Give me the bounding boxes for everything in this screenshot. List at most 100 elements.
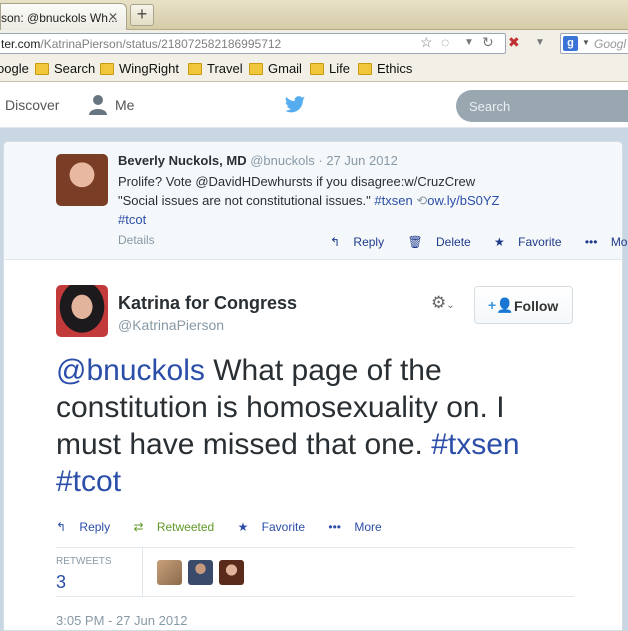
star-icon: ★ (237, 520, 249, 534)
favorite-button[interactable]: ★ Favorite (494, 235, 571, 249)
author-name[interactable]: Katrina for Congress (118, 293, 297, 314)
reply-icon: ↰ (330, 235, 341, 249)
new-tab-button[interactable]: + (130, 4, 154, 26)
retweeted-button[interactable]: ⇄ Retweeted (133, 520, 224, 534)
hashtag-link[interactable]: #txsen (374, 193, 412, 208)
browser-search-box[interactable]: g ▼ Googl (560, 33, 628, 54)
avatar[interactable] (56, 154, 108, 206)
avatar[interactable] (188, 560, 213, 585)
trash-icon: 🗑 (407, 235, 423, 249)
reply-button[interactable]: ↰ Reply (330, 235, 394, 249)
url-path: /KatrinaPierson/status/21807258218699571… (40, 37, 282, 51)
favorite-label: Favorite (518, 235, 562, 249)
chevron-down-icon: ⌄ (446, 300, 455, 311)
mention-link[interactable]: @bnuckols (56, 354, 205, 387)
tweet-permalink-card: Beverly Nuckols, MD @bnuckols · 27 Jun 2… (3, 141, 628, 631)
folder-icon (188, 63, 202, 75)
parent-author[interactable]: Beverly Nuckols, MD @bnuckols · 27 Jun 2… (118, 153, 398, 168)
search-engine-dropdown-icon[interactable]: ▼ (582, 38, 590, 47)
tweet-actions: ↰ Reply ⇄ Retweeted ★ Favorite ••• More (56, 520, 402, 534)
reply-button[interactable]: ↰ Reply (56, 520, 120, 534)
star-icon: ★ (494, 235, 505, 249)
bookmark-label: Search (54, 61, 96, 76)
folder-icon (100, 63, 114, 75)
ellipsis-icon: ••• (584, 235, 598, 249)
more-button[interactable]: ••• More (585, 235, 628, 249)
google-icon: g (563, 36, 578, 51)
folder-icon (249, 63, 263, 75)
folder-icon (358, 63, 372, 75)
reply-label: Reply (353, 235, 385, 249)
gear-icon[interactable]: ⚙⌄ (431, 293, 455, 313)
tab-title: son: @bnuckols Wh... (1, 11, 118, 25)
follow-button[interactable]: +👤 Follow (474, 286, 573, 324)
folder-icon (310, 63, 324, 75)
hashtag-link[interactable]: #tcot (118, 212, 146, 227)
bookmark-star-icon[interactable]: ☆ (420, 34, 433, 51)
bookmark-label: Life (329, 61, 350, 76)
short-link[interactable]: ow.ly/bS0YZ (427, 193, 499, 208)
reload-icon[interactable]: ↻ (482, 34, 494, 51)
pocket-icon[interactable]: ◌ (441, 34, 449, 50)
twitter-top-nav: Discover Me Search (0, 82, 628, 128)
bookmark-label: Ethics (377, 61, 413, 76)
bookmark-gmail[interactable]: Gmail (249, 61, 302, 76)
addon-icon[interactable]: ✖ (508, 34, 520, 51)
details-link[interactable]: Details (118, 233, 155, 247)
parent-quote-text: "Social issues are not constitutional is… (118, 193, 371, 208)
retweet-icon: ⇄ (133, 520, 144, 534)
avatar[interactable] (219, 560, 244, 585)
parent-tweet-actions: ↰ Reply 🗑 Delete ★ Favorite ••• More (330, 235, 628, 249)
nav-discover[interactable]: Discover (5, 97, 59, 113)
favorite-button[interactable]: ★ Favorite (238, 520, 315, 534)
bookmark-life[interactable]: Life (310, 61, 350, 76)
parent-author-name[interactable]: Beverly Nuckols, MD (118, 153, 247, 168)
ellipsis-icon: ••• (328, 520, 341, 534)
follow-label: Follow (514, 298, 559, 314)
parent-text-line2: "Social issues are not constitutional is… (118, 191, 578, 210)
delete-label: Delete (436, 235, 471, 249)
parent-author-handle[interactable]: @bnuckols (250, 153, 315, 168)
bookmark-travel[interactable]: Travel (188, 61, 243, 76)
parent-text-line3: #tcot (118, 210, 578, 229)
browser-tab[interactable]: son: @bnuckols Wh... ✕ (0, 3, 127, 30)
tweet-timestamp: 3:05 PM - 27 Jun 2012 (56, 613, 188, 628)
hashtag-link[interactable]: #txsen (431, 428, 519, 461)
twitter-search-input[interactable]: Search (456, 90, 628, 122)
parent-text-line1: Prolife? Vote @DavidHDewhursts if you di… (118, 174, 476, 189)
parent-tweet-text: Prolife? Vote @DavidHDewhursts if you di… (118, 172, 578, 229)
reply-label: Reply (79, 520, 111, 534)
nav-me[interactable]: Me (115, 97, 134, 113)
bookmark-label: Travel (207, 61, 243, 76)
more-button[interactable]: ••• More (328, 520, 391, 534)
link-icon: ⟲ (416, 193, 428, 208)
browser-search-placeholder: Googl (594, 37, 627, 51)
avatar[interactable] (56, 285, 108, 337)
more-label: More (610, 235, 628, 249)
bookmark-wingright[interactable]: WingRight (100, 61, 179, 76)
author-handle[interactable]: @KatrinaPierson (118, 317, 224, 333)
favorite-label: Favorite (261, 520, 306, 534)
url-host: ter.com (1, 37, 41, 51)
delete-button[interactable]: 🗑 Delete (407, 235, 480, 249)
stats-divider (142, 548, 143, 596)
hashtag-link[interactable]: #tcot (56, 465, 121, 498)
retweets-count[interactable]: 3 (56, 572, 66, 593)
bookmark-label: Gmail (268, 61, 302, 76)
avatar[interactable] (157, 560, 182, 585)
retweets-label: RETWEETS (56, 556, 112, 567)
url-dropdown-icon[interactable]: ▼ (464, 37, 474, 48)
person-icon (89, 95, 107, 115)
parent-tweet-date[interactable]: · 27 Jun 2012 (318, 153, 398, 168)
twitter-bird-icon[interactable] (284, 95, 306, 115)
addon-dropdown-icon[interactable]: ▼ (535, 37, 545, 48)
close-tab-icon[interactable]: ✕ (106, 10, 120, 24)
tweet-text: @bnuckols What page of the constitution … (56, 352, 576, 500)
tweet-stats: RETWEETS 3 (56, 547, 574, 597)
bookmark-search[interactable]: Search (35, 61, 95, 76)
browser-nav-bar: ter.com/KatrinaPierson/status/2180725821… (0, 30, 628, 56)
folder-icon (35, 63, 49, 75)
bookmark-google[interactable]: oogle (0, 61, 29, 76)
bookmarks-bar: oogle Search WingRight Travel Gmail Life… (0, 56, 628, 82)
bookmark-ethics[interactable]: Ethics (358, 61, 412, 76)
